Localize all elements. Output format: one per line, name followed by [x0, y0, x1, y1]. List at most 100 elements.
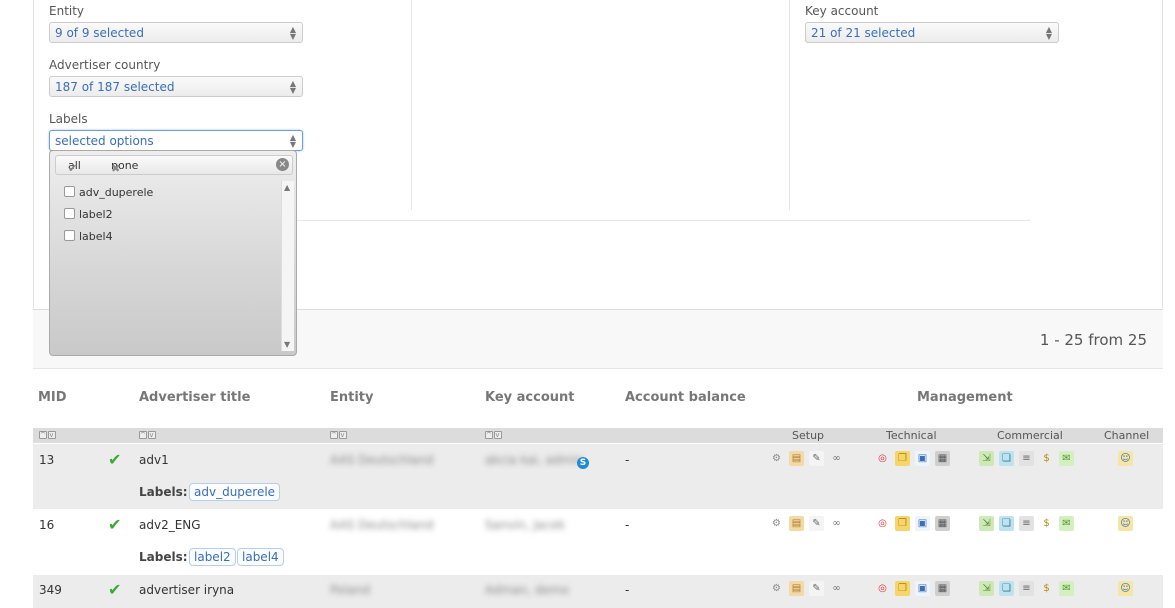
- pagination-info: 1 - 25 from 25: [1039, 331, 1147, 349]
- pages-icon[interactable]: ❐: [895, 451, 910, 466]
- key-account-select[interactable]: 21 of 21 selected ▲ ▼: [805, 22, 1059, 43]
- screens-icon[interactable]: ❏: [999, 451, 1014, 466]
- key-account-select-value: 21 of 21 selected: [811, 26, 916, 40]
- dollar-icon[interactable]: $: [1039, 451, 1054, 466]
- dollar-icon[interactable]: $: [1039, 516, 1054, 531]
- entity-cell: AAS Deutschland: [330, 518, 434, 532]
- target-icon[interactable]: ◎: [875, 516, 890, 531]
- mid-cell: 16: [39, 518, 55, 532]
- export-icon[interactable]: ⇲: [979, 516, 994, 531]
- screens-icon[interactable]: ❏: [999, 581, 1014, 596]
- option-adv-duperele[interactable]: adv_duperele: [64, 186, 153, 199]
- mid-cell: 349: [39, 583, 62, 597]
- link-icon[interactable]: ∞: [829, 451, 844, 466]
- advertiser-title-link[interactable]: adv2_ENG: [139, 518, 201, 532]
- option-label: adv_duperele: [79, 186, 154, 199]
- active-check-icon: ✔: [108, 515, 122, 534]
- mid-cell: 13: [39, 453, 55, 467]
- column-header-entity[interactable]: Entity: [330, 390, 374, 405]
- group-header-setup: Setup: [792, 429, 825, 442]
- document-icon[interactable]: ▣: [915, 451, 930, 466]
- divider: [411, 0, 412, 210]
- sort-subheader-bar: [33, 428, 1163, 443]
- sort-controls-mid[interactable]: ^ v: [39, 431, 57, 439]
- advertiser-title-link[interactable]: advertiser iryna: [139, 583, 234, 597]
- list-icon[interactable]: ≡: [1019, 516, 1034, 531]
- skype-icon[interactable]: S: [577, 454, 589, 469]
- link-icon[interactable]: ∞: [829, 581, 844, 596]
- entity-filter-label: Entity: [49, 4, 85, 18]
- sort-controls-title[interactable]: ^ v: [139, 431, 157, 439]
- screens-icon[interactable]: ❏: [999, 516, 1014, 531]
- dropdown-header: ✔ all ✖ none ×: [55, 155, 293, 175]
- labels-filter-label: Labels: [49, 112, 88, 126]
- option-label4[interactable]: label4: [64, 230, 113, 243]
- labels-caption: Labels:: [139, 550, 188, 564]
- select-arrows-icon: ▲ ▼: [289, 25, 296, 41]
- edit-icon[interactable]: ✎: [809, 516, 824, 531]
- close-icon[interactable]: ×: [276, 158, 289, 171]
- document-icon[interactable]: ▣: [915, 581, 930, 596]
- label-tag[interactable]: adv_duperele: [189, 483, 281, 501]
- user-icon[interactable]: ☺: [1118, 451, 1133, 466]
- pages-icon[interactable]: ❐: [895, 581, 910, 596]
- labels-select[interactable]: selected options ▲ ▼: [49, 130, 303, 151]
- target-icon[interactable]: ◎: [875, 581, 890, 596]
- advertiser-country-filter-label: Advertiser country: [49, 58, 161, 72]
- select-arrows-icon: ▲ ▼: [289, 133, 296, 149]
- monitor-icon[interactable]: ▦: [935, 451, 950, 466]
- column-header-advertiser-title[interactable]: Advertiser title: [139, 390, 250, 405]
- dollar-icon[interactable]: $: [1039, 581, 1054, 596]
- monitor-icon[interactable]: ▦: [935, 581, 950, 596]
- label-tag[interactable]: label4: [237, 548, 284, 566]
- column-header-mid[interactable]: MID: [38, 390, 67, 405]
- scroll-down-icon[interactable]: ▼: [284, 340, 290, 349]
- group-header-channel: Channel: [1104, 429, 1150, 442]
- edit-icon[interactable]: ✎: [809, 581, 824, 596]
- dropdown-scrollbar[interactable]: ▲ ▼: [281, 181, 294, 351]
- edit-icon[interactable]: ✎: [809, 451, 824, 466]
- target-icon[interactable]: ◎: [875, 451, 890, 466]
- scroll-up-icon[interactable]: ▲: [284, 183, 290, 192]
- checkbox[interactable]: [64, 230, 75, 241]
- balance-cell: -: [625, 518, 630, 532]
- select-arrows-icon: ▲ ▼: [1045, 25, 1052, 41]
- select-all-button[interactable]: ✔ all: [68, 159, 81, 175]
- divider: [789, 0, 790, 210]
- settings-icon[interactable]: ▤: [789, 516, 804, 531]
- pages-icon[interactable]: ❐: [895, 516, 910, 531]
- checkbox[interactable]: [64, 186, 75, 197]
- export-icon[interactable]: ⇲: [979, 581, 994, 596]
- label-tag[interactable]: label2: [189, 548, 236, 566]
- advertiser-title-link[interactable]: adv1: [139, 453, 169, 467]
- labels-caption: Labels:: [139, 485, 188, 499]
- list-icon[interactable]: ≡: [1019, 581, 1034, 596]
- advertiser-country-select[interactable]: 187 of 187 selected ▲ ▼: [49, 76, 303, 97]
- option-label2[interactable]: label2: [64, 208, 113, 221]
- money-icon[interactable]: ✉: [1059, 581, 1074, 596]
- sort-controls-entity[interactable]: ^ v: [330, 431, 348, 439]
- gear-icon[interactable]: ⚙: [769, 581, 784, 596]
- settings-icon[interactable]: ▤: [789, 451, 804, 466]
- sort-controls-key-account[interactable]: ^ v: [485, 431, 503, 439]
- settings-icon[interactable]: ▤: [789, 581, 804, 596]
- entity-select[interactable]: 9 of 9 selected ▲ ▼: [49, 22, 303, 43]
- money-icon[interactable]: ✉: [1059, 451, 1074, 466]
- key-account-filter-label: Key account: [805, 4, 879, 18]
- gear-icon[interactable]: ⚙: [769, 516, 784, 531]
- user-icon[interactable]: ☺: [1118, 581, 1133, 596]
- monitor-icon[interactable]: ▦: [935, 516, 950, 531]
- link-icon[interactable]: ∞: [829, 516, 844, 531]
- user-icon[interactable]: ☺: [1118, 516, 1133, 531]
- document-icon[interactable]: ▣: [915, 516, 930, 531]
- export-icon[interactable]: ⇲: [979, 451, 994, 466]
- labels-dropdown: ✔ all ✖ none × adv_duperele label2 label4 …: [49, 150, 297, 356]
- money-icon[interactable]: ✉: [1059, 516, 1074, 531]
- checkbox[interactable]: [64, 208, 75, 219]
- select-none-button[interactable]: ✖ none: [111, 159, 138, 175]
- list-icon[interactable]: ≡: [1019, 451, 1034, 466]
- gear-icon[interactable]: ⚙: [769, 451, 784, 466]
- column-header-management: Management: [917, 390, 1013, 405]
- entity-select-value: 9 of 9 selected: [55, 26, 144, 40]
- column-header-key-account[interactable]: Key account: [485, 390, 575, 405]
